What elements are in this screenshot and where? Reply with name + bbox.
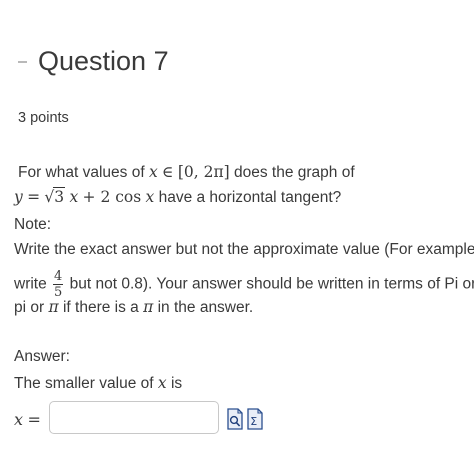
note-text: in the answer. [157, 299, 254, 316]
math-equals: = [27, 410, 41, 429]
note-line-2: write 4 5 but not 0.8). Your answer shou… [14, 270, 474, 299]
note-text: if there is a [62, 299, 139, 316]
note-line-3: pi or π if there is a π in the answer. [14, 298, 253, 317]
fraction-denominator: 5 [54, 285, 63, 300]
sqrt-argument: 3 [53, 187, 66, 206]
math-var-x: x [145, 188, 155, 206]
answer-variable-label: x = [14, 410, 41, 430]
question-points: 3 points [18, 110, 69, 126]
fraction: 4 5 [53, 269, 64, 300]
question-header: Question 7 [0, 40, 474, 100]
math-var-x: x [148, 163, 158, 181]
svg-text:Σ: Σ [250, 415, 257, 428]
note-text: but not 0.8). Your answer should be writ… [69, 275, 474, 293]
prompt-line-1: For what values of x ∈ [0, 2π] does the … [18, 163, 355, 182]
note-line-1: Write the exact answer but not the appro… [14, 241, 474, 258]
answer-prompt-text: is [170, 375, 183, 392]
math-var-x: x [69, 188, 79, 206]
math-interval: [0, 2π] [177, 163, 230, 181]
fraction-numerator: 4 [53, 269, 64, 285]
answer-prompt-text: The smaller value of [14, 375, 154, 392]
question-title: Question 7 [38, 46, 169, 76]
math-pi: π [48, 298, 59, 316]
prompt-line-2: y = √3 x + 2 cos x have a horizontal tan… [14, 187, 341, 207]
answer-row: x = Σ [14, 400, 474, 438]
prompt-text: have a horizontal tangent? [158, 189, 342, 206]
answer-prompt: The smaller value of x is [14, 374, 182, 393]
collapse-dash-icon[interactable] [18, 61, 27, 63]
math-equals: = [27, 188, 41, 206]
note-text: pi or [14, 299, 45, 316]
answer-input[interactable] [49, 401, 219, 434]
preview-icon[interactable] [227, 408, 243, 430]
math-in-symbol: ∈ [162, 163, 174, 181]
math-term: + 2 cos [82, 188, 142, 206]
math-var-x: x [157, 374, 167, 392]
prompt-text: For what values of [18, 164, 145, 181]
math-pi: π [143, 298, 154, 316]
answer-label: Answer: [14, 348, 70, 365]
sigma-icon[interactable]: Σ [247, 408, 263, 430]
math-var-y: y [14, 188, 23, 206]
note-text: write [14, 275, 47, 293]
math-var-x: x [14, 410, 24, 429]
prompt-text: does the graph of [234, 164, 355, 181]
note-label: Note: [14, 216, 52, 233]
